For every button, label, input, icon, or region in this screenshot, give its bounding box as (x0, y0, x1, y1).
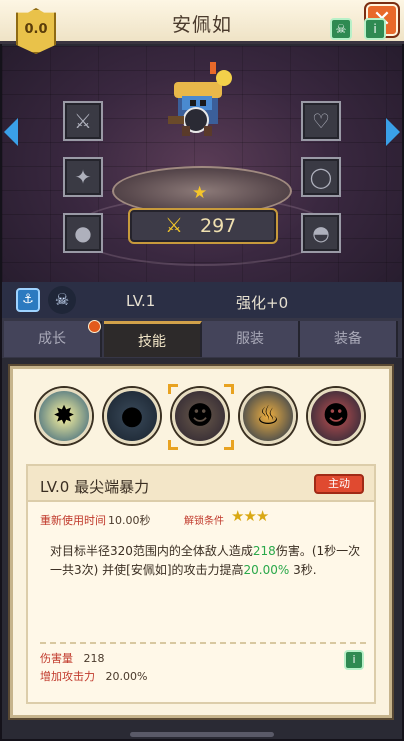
weapon-slot-icon[interactable]: ⚔ (63, 101, 103, 141)
hero-star-icon: ★ (192, 183, 208, 203)
combat-power-value: 297 (200, 215, 237, 237)
scrollbar[interactable] (130, 732, 274, 737)
skill-info-icon[interactable]: i (344, 650, 364, 670)
hero-enhance-level: 强化+0 (236, 294, 289, 312)
selection-corner (224, 440, 234, 450)
armor-slot-icon[interactable]: ✦ (63, 157, 103, 197)
cooldown-label: 重新使用时间 (40, 514, 106, 527)
shoe-slot-icon[interactable]: ● (63, 213, 103, 253)
skill-type-badge: 主动 (314, 474, 364, 494)
desc-part: 3秒. (289, 563, 317, 577)
skill-description: 对目标半径320范围内的全体敌人造成218伤害。(1秒一次 一共3次) 并使[安… (50, 542, 368, 580)
ring-slot-icon[interactable]: ◯ (301, 157, 341, 197)
skill-icon-1[interactable]: ✸ (36, 388, 92, 444)
prev-hero-arrow[interactable] (4, 118, 18, 146)
stat-value: 218 (83, 652, 105, 665)
unlock-stars: ★★★ (231, 507, 269, 525)
stat-damage: 伤害量 218 (40, 650, 105, 666)
stat-label: 伤害量 (40, 652, 73, 665)
class-icon[interactable]: ⚓ (16, 288, 40, 312)
stat-attack: 增加攻击力 20.00% (40, 668, 147, 684)
skill-icon-5[interactable]: ☻ (308, 388, 364, 444)
hat-slot-icon[interactable]: ◓ (301, 213, 341, 253)
stat-label: 增加攻击力 (40, 670, 95, 683)
skull-icon[interactable]: ☠ (330, 18, 352, 40)
necklace-slot-icon[interactable]: ♡ (301, 101, 341, 141)
notification-dot (88, 320, 101, 333)
selection-corner (168, 440, 178, 450)
next-hero-arrow[interactable] (386, 118, 400, 146)
skill-icon-2[interactable]: ● (104, 388, 160, 444)
desc-part: 对目标半径320范围内的全体敌人造成 (50, 544, 253, 558)
crossed-swords-icon: ⚔ (165, 213, 183, 237)
stat-value: 20.00% (105, 670, 148, 683)
desc-damage: 218 (252, 544, 276, 558)
unlock-condition-label: 解锁条件 (184, 516, 224, 527)
cooldown-value: 10.00秒 (108, 514, 151, 527)
skill-icon-3-selected[interactable]: ☻ (172, 388, 228, 444)
divider (40, 642, 366, 644)
tab-costume[interactable]: 服装 (202, 321, 300, 357)
hero-sprite (168, 62, 232, 136)
selection-corner (224, 384, 234, 394)
skill-name: LV.0 最尖端暴力 (40, 478, 150, 496)
rank-medal-value: 0.0 (24, 22, 48, 37)
selection-corner (168, 384, 178, 394)
info-icon[interactable]: i (364, 18, 386, 40)
tab-skill[interactable]: 技能 (104, 321, 202, 357)
desc-percent: 20.00% (243, 563, 290, 577)
hero-level: LV.1 (126, 292, 156, 310)
tab-equipment[interactable]: 装备 (300, 321, 398, 357)
pirate-faction-icon[interactable]: ☠ (48, 286, 76, 314)
skill-icon-4[interactable]: ♨ (240, 388, 296, 444)
